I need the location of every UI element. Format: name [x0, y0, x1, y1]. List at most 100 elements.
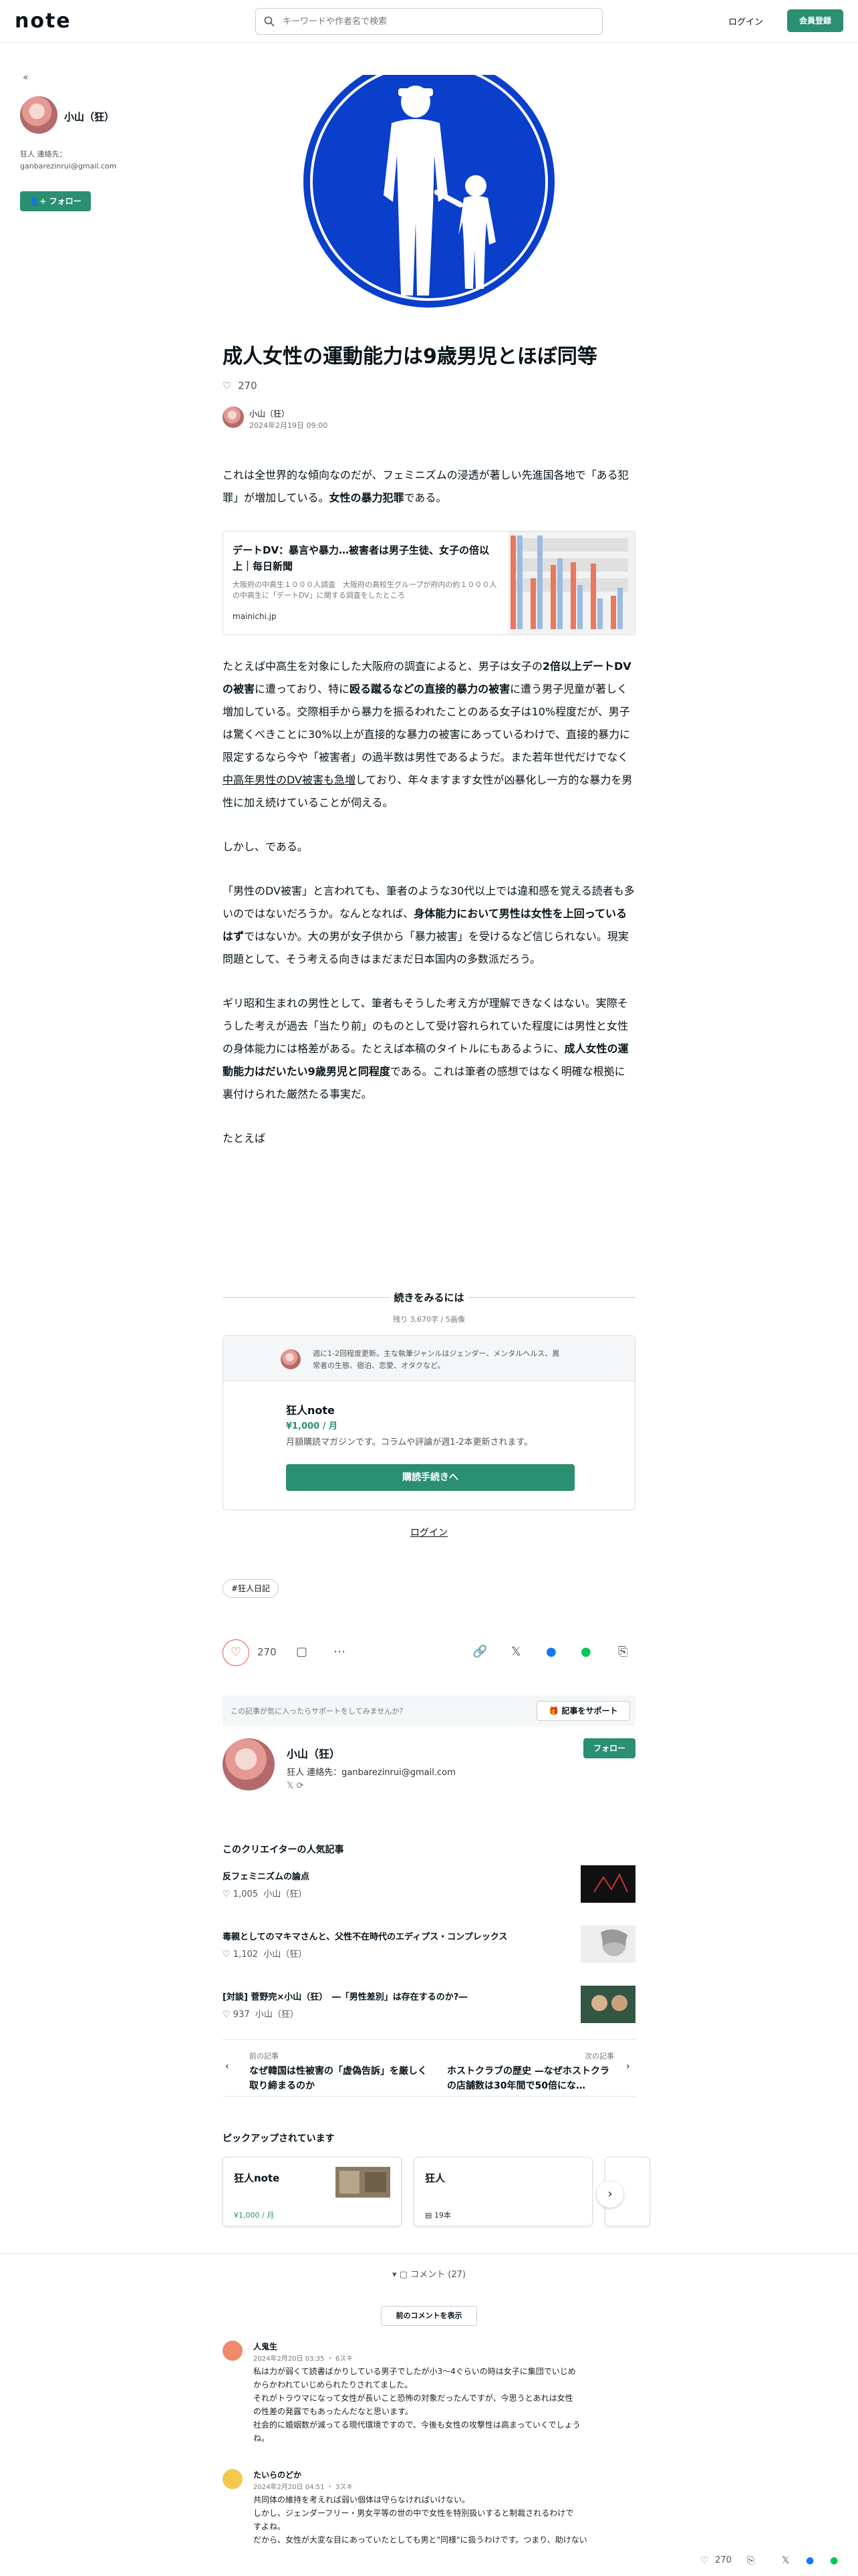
search-input[interactable] — [283, 14, 590, 29]
remaining-count: 残り 3,670字 / 5画像 — [393, 1315, 465, 1324]
popular-article[interactable]: [対談] 菅野完×小山（狂） ―「男性差別」は存在するのか?― ♡ 937 小山… — [223, 1986, 635, 2036]
next-article-link[interactable]: 次の記事 ホストクラブの歴史 —なぜホストクラの店舗数は30年間で50倍にな… — [447, 2051, 614, 2093]
x-share-icon[interactable]: 𝕏 — [511, 1645, 521, 1659]
comment-line: 社会的に婚姻数が減ってる現代環境ですので、今後も女性の攻撃性は高まっていくでしょ… — [253, 2420, 581, 2430]
popular-article[interactable]: 反フェミニズムの論点 ♡ 1,005 小山（狂） — [223, 1865, 635, 1916]
magazine-title[interactable]: 狂人note — [286, 1401, 335, 1417]
popular-author: 小山（狂） — [263, 1889, 307, 1899]
profile-name[interactable]: 小山（狂） — [287, 1745, 340, 1761]
follow-label: フォロー — [49, 197, 82, 206]
popular-title[interactable]: 毒親としてのマキマさんと、父性不在時代のエディプス・コンプレックス — [223, 1929, 570, 1942]
carousel-next-icon[interactable]: › — [597, 2181, 623, 2208]
profile-bio: 狂人 連絡先：ganbarezinrui@gmail.com — [287, 1768, 456, 1778]
commenter-avatar[interactable] — [223, 2341, 243, 2361]
magazine-add-icon[interactable]: ⎘ — [747, 2555, 754, 2566]
paywall-login-link[interactable]: ログイン — [223, 1526, 635, 1539]
prev-article-link[interactable]: 前の記事 なぜ韓国は性被害の「虚偽告訴」を厳しく取り締まるのか — [249, 2051, 430, 2093]
sidebar-bio-email: ganbarezinrui@gmail.com — [20, 162, 117, 170]
comment-line: しかし、ジェンダーフリー・男女平等の世の中で女性を特別扱いすると制裁されるわけで — [253, 2508, 574, 2518]
follow-user-icon: 👤+ — [29, 197, 49, 206]
comments-section: ▾ ▢ コメント (27) 前のコメントを表示 人鬼生 2024年2月20日 0… — [0, 2253, 858, 2575]
save-icon[interactable]: ⎘ — [618, 1645, 627, 1659]
next-title: ホストクラブの歴史 —なぜホストクラの店舗数は30年間で50倍にな… — [447, 2066, 609, 2091]
support-button[interactable]: 🎁 記事をサポート — [537, 1701, 630, 1721]
paywall-heading: 続きをみるには — [223, 1290, 635, 1304]
commenter-avatar[interactable] — [223, 2469, 243, 2489]
comment-body: 私は力が弱くて読書ばかりしている男子でしたが小3〜4ぐらいの時は女子に集団でいじ… — [253, 2365, 635, 2445]
author-avatar — [281, 1349, 301, 1369]
picked-cards: 狂人note ¥1,000 / 月 狂人 ▤ 19本 › — [223, 2157, 650, 2230]
popular-articles: このクリエイターの人気記事 反フェミニズムの論点 ♡ 1,005 小山（狂） 毒… — [223, 1843, 635, 2036]
collapse-sidebar-icon[interactable]: « — [23, 72, 29, 83]
float-like-count: 270 — [715, 2555, 732, 2565]
inline-link[interactable]: 中高年男性のDV被害も急増 — [223, 774, 355, 786]
like-button[interactable]: ♡ — [223, 1639, 249, 1666]
comments-toggle[interactable]: ▾ ▢ コメント (27) — [0, 2267, 858, 2280]
comment-line: だから、女性が大変な目にあっていたとしても男と"同様"に扱うわけです。つまり、助… — [253, 2535, 587, 2545]
comment: たいらのどか 2024年2月20日 04:51 ・ 3スキ 共同体の維持を考えれ… — [223, 2469, 635, 2576]
author-name[interactable]: 小山（狂） — [249, 408, 289, 419]
magazine-box: 週に1-2回程度更新。主な執筆ジャンルはジェンダー、メンタルヘルス、異常者の生態… — [223, 1335, 635, 1510]
signup-button[interactable]: 会員登録 — [787, 9, 843, 32]
article-body: これは全世界的な傾向なのだが、フェミニズムの浸透が著しい先進国各地で「ある犯罪」… — [223, 464, 635, 1171]
popular-title[interactable]: [対談] 菅野完×小山（狂） ―「男性差別」は存在するのか?― — [223, 1990, 570, 2002]
floating-action-bar: ♡ 270 ⎘ 𝕏 ● ● — [695, 2547, 858, 2575]
prev-title: なぜ韓国は性被害の「虚偽告訴」を厳しく取り締まるのか — [249, 2066, 427, 2091]
comment-line: の性差の発露でもあったんだなと思います。 — [253, 2407, 413, 2416]
link-embed-card[interactable]: デートDV：暴言や暴力…被害者は男子生徒、女子の倍以上｜毎日新聞 大阪府の中高生… — [223, 531, 635, 635]
picked-card[interactable]: 狂人note ¥1,000 / 月 — [223, 2157, 402, 2226]
popular-author: 小山（狂） — [263, 1950, 307, 1960]
copy-link-icon[interactable]: 🔗 — [472, 1645, 487, 1659]
x-share-icon[interactable]: 𝕏 — [782, 2555, 789, 2566]
picked-card-meta: ¥1,000 / 月 — [234, 2211, 275, 2220]
commenter-name[interactable]: たいらのどか — [253, 2469, 301, 2480]
popular-likes: 1,005 — [233, 1889, 259, 1899]
popular-thumbnail — [581, 1865, 635, 1903]
profile-follow-button[interactable]: フォロー — [583, 1738, 635, 1758]
popular-meta: ♡ 937 小山（狂） — [223, 2010, 299, 2020]
line-share-icon[interactable]: ● — [830, 2555, 838, 2566]
author-avatar[interactable] — [223, 1738, 275, 1790]
line-share-icon[interactable]: ● — [581, 1645, 591, 1659]
embed-source: mainichi.jp — [233, 612, 277, 621]
next-arrow-icon[interactable]: › — [626, 2061, 630, 2072]
heart-icon: ♡ — [230, 1645, 242, 1659]
sidebar-author-name[interactable]: 小山（狂） — [64, 110, 114, 124]
commenter-name[interactable]: 人鬼生 — [253, 2341, 277, 2352]
facebook-share-icon[interactable]: ● — [806, 2555, 814, 2566]
caret-down-icon: ▾ ▢ — [392, 2270, 411, 2280]
note-logo[interactable]: note — [15, 9, 72, 33]
search-box[interactable] — [255, 8, 603, 35]
support-label: 記事をサポート — [561, 1706, 618, 1716]
heart-icon[interactable]: ♡ — [700, 2555, 709, 2566]
hashtag-chip[interactable]: #狂人日記 — [223, 1579, 279, 1598]
magazine-description: 月額購読マガジンです。コラムや評論が週1-2本更新されます。 — [286, 1437, 533, 1447]
popular-article[interactable]: 毒親としてのマキマさんと、父性不在時代のエディプス・コンプレックス ♡ 1,10… — [223, 1925, 635, 1976]
comment-line: 共同体の維持を考えれば弱い個体は守らなければいけない。 — [253, 2495, 470, 2504]
embed-description: 大阪府の中高生１０００人調査 大阪府の高校生グループが府内の約１０００人の中高生… — [233, 580, 497, 600]
author-avatar[interactable] — [223, 406, 244, 428]
subscribe-button[interactable]: 購読手続きへ — [286, 1464, 575, 1491]
popular-title[interactable]: 反フェミニズムの論点 — [223, 1869, 570, 1882]
picked-heading: ピックアップされています — [223, 2133, 335, 2144]
site-header: note ログイン 会員登録 — [0, 0, 858, 43]
profile-social-icons[interactable]: 𝕏 ⟳ — [287, 1781, 304, 1791]
comment-body: 共同体の維持を考えれば弱い個体は守らなければいけない。 しかし、ジェンダーフリー… — [253, 2493, 635, 2547]
bold-text: 殴る蹴るなどの直接的暴力の被害 — [349, 683, 511, 695]
comment-icon[interactable]: ▢ — [296, 1645, 307, 1659]
prev-arrow-icon[interactable]: ‹ — [225, 2061, 229, 2072]
top-like-count[interactable]: ♡ 270 — [223, 380, 257, 392]
picked-card[interactable]: 狂人 ▤ 19本 — [414, 2157, 593, 2226]
login-link[interactable]: ログイン — [728, 15, 763, 27]
picked-card-title: 狂人 — [425, 2172, 446, 2184]
publish-date: 2024年2月19日 09:00 — [249, 421, 328, 430]
more-icon[interactable]: ⋯ — [333, 1645, 345, 1659]
article-navigation: ‹ 前の記事 なぜ韓国は性被害の「虚偽告訴」を厳しく取り締まるのか 次の記事 ホ… — [223, 2039, 635, 2097]
sidebar-follow-button[interactable]: 👤+ フォロー — [20, 191, 91, 211]
show-previous-comments-button[interactable]: 前のコメントを表示 — [381, 2306, 477, 2326]
facebook-share-icon[interactable]: ● — [546, 1645, 557, 1659]
picked-card-meta: ▤ 19本 — [425, 2211, 451, 2220]
embed-title: デートDV：暴言や暴力…被害者は男子生徒、女子の倍以上｜毎日新聞 — [233, 544, 490, 572]
author-avatar[interactable] — [20, 96, 57, 134]
comment: 人鬼生 2024年2月20日 03:35 ・ 6スキ 私は力が弱くて読書ばかりし… — [223, 2341, 635, 2454]
